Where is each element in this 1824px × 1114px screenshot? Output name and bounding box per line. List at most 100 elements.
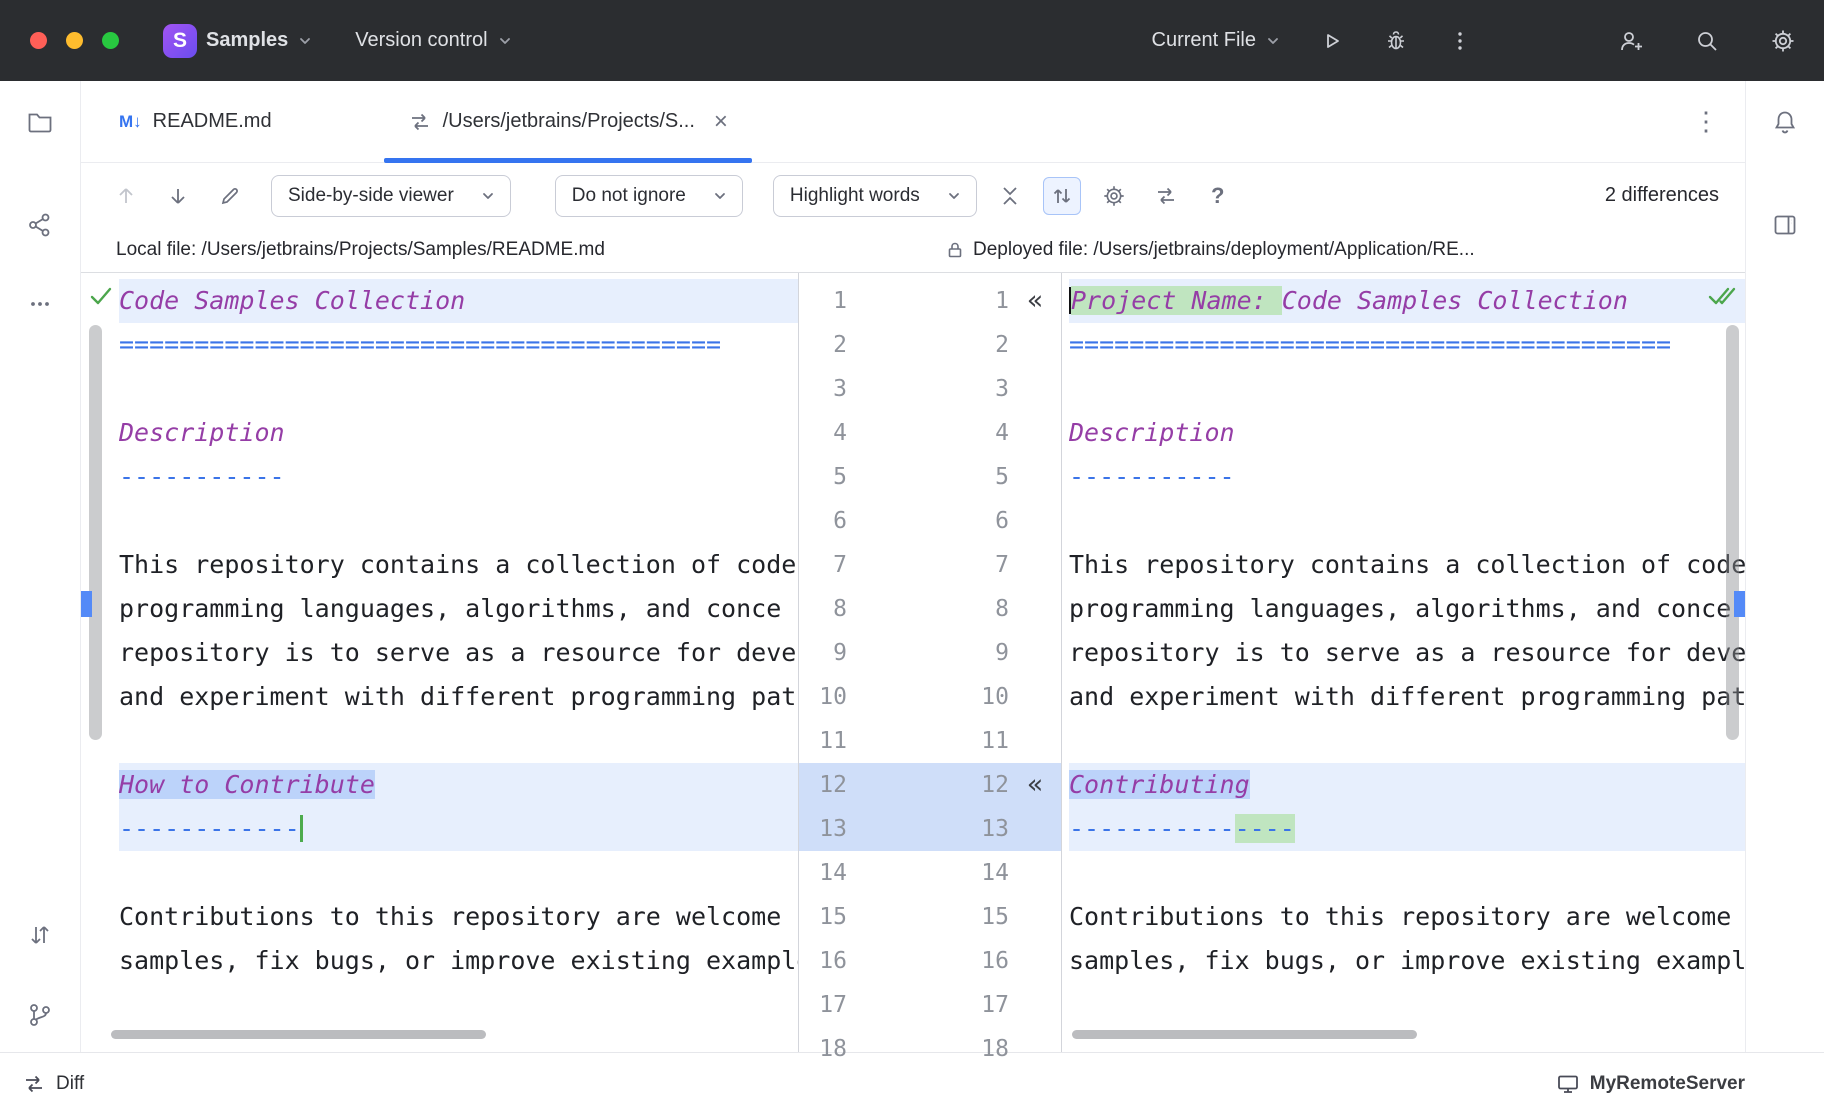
gutter-row: 1010 [799,675,1061,719]
window-controls [0,32,149,49]
code-segment: and experiment with different programmin… [1069,682,1745,711]
code-segment: Code Samples Collection [1282,286,1628,315]
left-code[interactable]: Code Samples Collection=================… [119,279,798,1052]
local-file-label: Local file: /Users/jetbrains/Projects/Sa… [81,239,945,261]
left-diff-marker[interactable] [81,591,92,617]
code-line: --------------- [1069,807,1745,851]
vcs-menu[interactable]: Version control [355,29,512,52]
line-number-right: 7 [951,552,1009,578]
project-tool-button[interactable] [25,107,55,137]
accept-change-chevron[interactable]: « [1009,763,1061,807]
tab-readme[interactable]: M↓ README.md [95,81,296,162]
highlight-policy-value: Highlight words [790,185,920,207]
code-line [119,367,798,411]
line-number-right: 14 [951,860,1009,886]
commit-tool-button[interactable] [25,210,55,240]
status-diff-label: Diff [56,1073,84,1095]
line-number-right: 3 [951,376,1009,402]
line-number-left: 7 [799,552,847,578]
ignore-policy-select[interactable]: Do not ignore [555,175,743,217]
line-number-left: 1 [799,288,847,314]
tab-diff[interactable]: /Users/jetbrains/Projects/S... × [384,81,752,162]
gear-icon [1102,184,1126,208]
chevron-down-icon [297,33,313,49]
fullscreen-window-button[interactable] [102,32,119,49]
commit-icon [26,211,54,239]
code-segment: repository is to serve as a resource for… [119,638,796,667]
run-configuration-label: Current File [1152,29,1256,52]
more-actions-button[interactable] [1447,28,1473,54]
debug-icon [1384,29,1408,53]
diff-settings-button[interactable] [1095,177,1133,215]
diff-viewer: Code Samples Collection =================… [81,273,1745,1052]
line-number-right: 18 [951,1036,1009,1062]
code-line: ----------- [1069,455,1745,499]
code-segment: Code Samples Collection [119,286,465,315]
code-line [1069,499,1745,543]
ignore-policy-value: Do not ignore [572,185,686,207]
code-line [119,851,798,895]
debug-button[interactable] [1383,28,1409,54]
tab-options-button[interactable]: ⋮ [1693,106,1745,137]
tool-window-layout-button[interactable] [1770,210,1800,240]
right-code[interactable]: Project Name: Code Samples Collection===… [1069,279,1745,1052]
code-line: Contributions to this repository are wel… [1069,895,1745,939]
gutter-row: 1212« [799,763,1061,807]
right-diff-marker[interactable] [1734,591,1745,617]
code-segment: ======================================== [1069,330,1671,359]
code-segment: Contributions to this repository are wel… [119,902,781,931]
line-number-right: 16 [951,948,1009,974]
remote-server-widget[interactable]: MyRemoteServer [1556,1072,1745,1096]
edit-file-button[interactable] [211,177,249,215]
line-number-right: 12 [951,772,1009,798]
line-number-left: 18 [799,1036,847,1062]
code-line: Description [1069,411,1745,455]
collapse-unchanged-button[interactable] [991,177,1029,215]
tab-label: /Users/jetbrains/Projects/S... [443,110,695,133]
code-line: and experiment with different programmin… [119,675,798,719]
layout-panel-icon [1772,212,1798,238]
close-window-button[interactable] [30,32,47,49]
deployed-file-pane[interactable]: Project Name: Code Samples Collection===… [1062,273,1745,1052]
project-widget[interactable]: S Samples [163,24,313,58]
code-line: Contributing [1069,763,1745,807]
code-segment: This repository contains a collection of… [1069,550,1745,579]
code-line: programming languages, algorithms, and c… [119,587,798,631]
left-vertical-scrollbar[interactable] [89,325,102,740]
synchronize-scrolling-button[interactable] [1043,177,1081,215]
tab-label: README.md [153,110,272,133]
remote-server-label: MyRemoteServer [1590,1073,1745,1095]
settings-button[interactable] [1770,28,1796,54]
left-horizontal-scrollbar[interactable] [111,1030,486,1039]
swap-sides-button[interactable] [1147,177,1185,215]
status-diff-widget[interactable]: Diff [22,1072,84,1096]
gutter-row: 44 [799,411,1061,455]
highlight-policy-select[interactable]: Highlight words [773,175,977,217]
git-branch-icon [26,1001,54,1029]
run-configuration-select[interactable]: Current File [1152,29,1281,52]
code-line [1069,851,1745,895]
line-number-right: 10 [951,684,1009,710]
local-file-pane[interactable]: Code Samples Collection=================… [81,273,798,1052]
previous-difference-button[interactable] [107,177,145,215]
code-line: Contributions to this repository are wel… [119,895,798,939]
git-tool-button[interactable] [25,1000,55,1030]
more-tools-button[interactable] [25,289,55,319]
right-horizontal-scrollbar[interactable] [1072,1030,1417,1039]
minimize-window-button[interactable] [66,32,83,49]
viewer-mode-select[interactable]: Side-by-side viewer [271,175,511,217]
notifications-button[interactable] [1770,107,1800,137]
help-button[interactable]: ? [1199,177,1237,215]
close-tab-button[interactable]: × [714,110,728,134]
run-button[interactable] [1319,28,1345,54]
search-button[interactable] [1694,28,1720,54]
add-user-button[interactable] [1618,28,1644,54]
next-difference-button[interactable] [159,177,197,215]
right-vertical-scrollbar[interactable] [1726,325,1739,740]
accept-change-chevron[interactable]: « [1009,279,1061,323]
line-number-right: 9 [951,640,1009,666]
sync-tool-button[interactable] [25,920,55,950]
gutter-row: 99 [799,631,1061,675]
gutter-row: 77 [799,543,1061,587]
code-segment: Contributions to this repository are wel… [1069,902,1731,931]
